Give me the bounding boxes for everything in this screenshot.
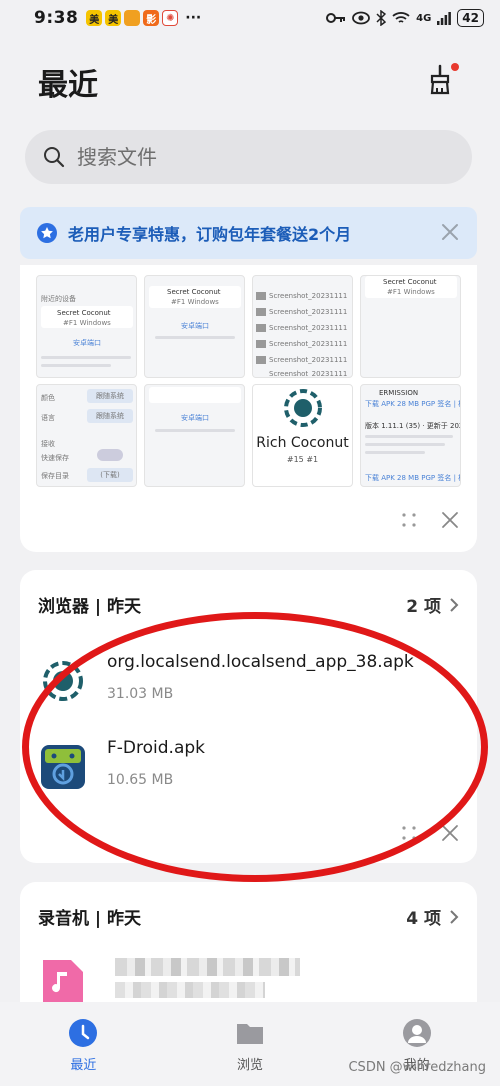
nav-recent[interactable]: 最近 — [33, 1018, 133, 1086]
browser-downloads-card: 浏览器 | 昨天 2 项 org.localsend.localsend_app… — [20, 570, 477, 863]
page-title: 最近 — [38, 68, 98, 103]
status-bar: 9:38 美 美 影 ✺ ··· 4G 42 — [0, 0, 500, 36]
image-thumbnail[interactable]: 安卓端口 — [144, 384, 245, 487]
card-actions — [401, 824, 459, 842]
notification-icons: 美 美 影 ✺ ··· — [86, 10, 201, 26]
wifi-icon — [392, 12, 410, 23]
key-icon — [326, 13, 346, 23]
nav-label: 浏览 — [236, 1058, 263, 1073]
folder-icon — [236, 1024, 263, 1044]
search-bar[interactable] — [25, 130, 472, 184]
network-type: 4G — [416, 12, 432, 24]
file-size: 10.65 MB — [107, 772, 174, 788]
search-input[interactable] — [77, 145, 437, 169]
image-thumbnail[interactable]: 附近的设备 Secret Coconut #F1 Windows 安卓端口 — [36, 275, 137, 378]
star-badge-icon — [37, 223, 57, 243]
item-count: 2 项 — [406, 597, 441, 617]
meituan-icon: 美 — [86, 10, 103, 26]
nav-browse[interactable]: 浏览 — [200, 1018, 300, 1086]
file-item[interactable]: F-Droid.apk 10.65 MB — [40, 738, 461, 798]
profile-icon — [402, 1019, 431, 1047]
fdroid-apk-icon — [41, 745, 85, 789]
device-id: #15 #1 — [286, 455, 319, 464]
cleanup-broom-icon[interactable] — [428, 62, 464, 96]
blurred-file-size — [115, 982, 265, 998]
recent-images-card: 附近的设备 Secret Coconut #F1 Windows 安卓端口 Se… — [20, 265, 477, 552]
battery-indicator: 42 — [457, 9, 484, 27]
grid-dots-icon[interactable] — [401, 825, 417, 841]
image-thumbnail[interactable]: Screenshot_20231111 Screenshot_20231111 … — [252, 275, 353, 378]
image-thumbnail[interactable]: Secret Coconut #F1 Windows — [360, 275, 461, 378]
video-app-icon: 影 — [143, 10, 160, 26]
meituan-icon: 美 — [105, 10, 122, 26]
item-count: 4 项 — [406, 909, 441, 929]
close-icon[interactable] — [439, 221, 461, 243]
search-icon — [44, 147, 65, 168]
section-header[interactable]: 浏览器 | 昨天 2 项 — [38, 592, 459, 617]
signal-icon — [437, 12, 452, 25]
image-thumbnail[interactable]: ERMISSION 下载 APK 28 MB PGP 签名 | 构建日志 版本 … — [360, 384, 461, 487]
section-header[interactable]: 录音机 | 昨天 4 项 — [38, 904, 459, 929]
image-thumbnail[interactable]: Rich Coconut #15 #1 — [252, 384, 353, 487]
chevron-right-icon — [450, 597, 459, 612]
chevron-right-icon — [450, 909, 459, 924]
recorder-card: 录音机 | 昨天 4 项 — [20, 882, 477, 1022]
clock-icon — [69, 1019, 98, 1047]
section-title: 浏览器 | 昨天 — [38, 597, 142, 617]
thumbnail-grid: 附近的设备 Secret Coconut #F1 Windows 安卓端口 Se… — [36, 275, 461, 487]
file-name: org.localsend.localsend_app_38.apk — [107, 652, 414, 672]
nav-mine[interactable]: 我的 — [367, 1018, 467, 1086]
localsend-logo-icon — [284, 389, 322, 427]
file-item[interactable]: org.localsend.localsend_app_38.apk 31.03… — [40, 652, 461, 712]
wallet-icon — [124, 10, 141, 26]
blurred-file-name — [115, 958, 300, 976]
device-name: Rich Coconut — [256, 435, 349, 451]
file-size: 31.03 MB — [107, 686, 174, 702]
watermark: CSDN @winredzhang — [348, 1060, 486, 1075]
close-icon[interactable] — [441, 511, 459, 529]
system-icons: 4G 42 — [326, 9, 484, 27]
image-thumbnail[interactable]: Secret Coconut #F1 Windows 安卓端口 — [144, 275, 245, 378]
localsend-apk-icon — [43, 661, 83, 701]
audio-file-icon — [43, 960, 83, 1002]
promo-banner[interactable]: 老用户专享特惠，订购包年套餐送2个月 — [20, 207, 477, 259]
bluetooth-icon — [376, 10, 387, 26]
eye-icon — [352, 11, 371, 25]
section-title: 录音机 | 昨天 — [38, 909, 142, 929]
status-time: 9:38 — [34, 8, 79, 28]
grid-dots-icon[interactable] — [401, 512, 417, 528]
more-notifications: ··· — [185, 10, 202, 26]
image-thumbnail[interactable]: 颜色 跟随系统 语言 跟随系统 接收 快速保存 保存目录 (下载) — [36, 384, 137, 487]
promo-text: 老用户专享特惠，订购包年套餐送2个月 — [68, 225, 352, 244]
weibo-icon: ✺ — [162, 10, 179, 26]
close-icon[interactable] — [441, 824, 459, 842]
nav-label: 最近 — [70, 1058, 97, 1073]
card-actions — [401, 511, 459, 529]
file-name: F-Droid.apk — [107, 738, 205, 758]
